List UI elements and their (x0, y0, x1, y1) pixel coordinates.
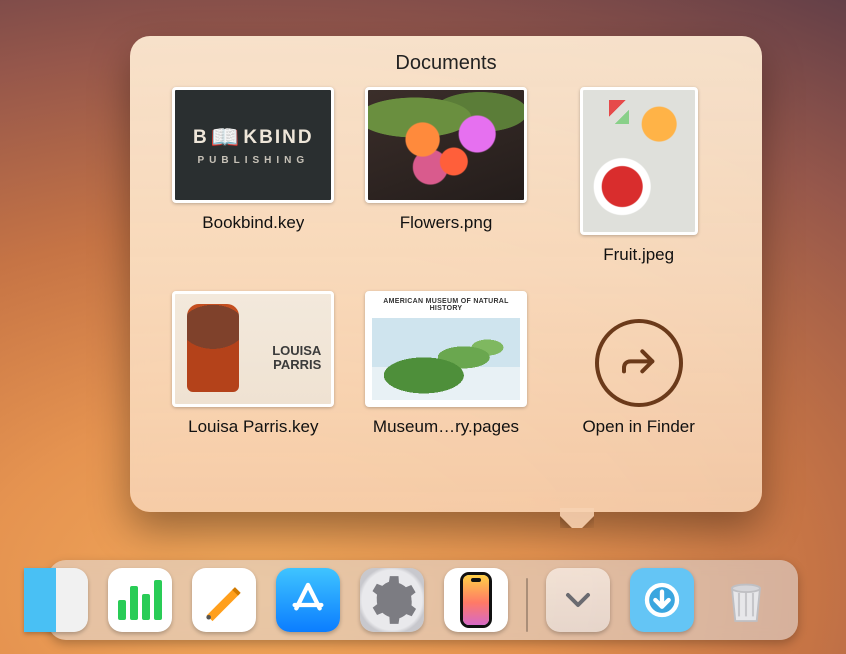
dock-stack-downloads[interactable] (630, 568, 694, 632)
dock-app-finder[interactable] (24, 568, 88, 632)
stack-popup-grid: B📖KBIND PUBLISHING Bookbind.key Flowers.… (130, 81, 762, 455)
file-label: Museum…ry.pages (373, 417, 519, 437)
file-item-fruit[interactable]: Fruit.jpeg (547, 87, 730, 265)
dock-trash[interactable] (714, 568, 778, 632)
open-in-finder-button[interactable]: Open in Finder (547, 291, 730, 437)
file-label: Louisa Parris.key (188, 417, 318, 437)
dock-separator (526, 578, 528, 632)
popup-callout-tail (560, 508, 594, 528)
file-label: Bookbind.key (202, 213, 304, 233)
open-in-finder-label: Open in Finder (582, 417, 694, 437)
dock-tray (48, 560, 798, 640)
thumbnail-bookbind: B📖KBIND PUBLISHING (172, 87, 334, 203)
dock-app-appstore[interactable] (276, 568, 340, 632)
thumbnail-louisa-parris (172, 291, 334, 407)
file-item-bookbind[interactable]: B📖KBIND PUBLISHING Bookbind.key (162, 87, 345, 265)
dock-app-numbers[interactable] (108, 568, 172, 632)
file-item-louisa-parris[interactable]: Louisa Parris.key (162, 291, 345, 437)
file-item-flowers[interactable]: Flowers.png (355, 87, 538, 265)
thumbnail-flowers (365, 87, 527, 203)
dock-stack-documents[interactable] (546, 568, 610, 632)
thumbnail-fruit (580, 87, 698, 235)
file-item-museum[interactable]: AMERICAN MUSEUM OF NATURAL HISTORY Museu… (355, 291, 538, 437)
dock (0, 560, 846, 640)
file-label: Fruit.jpeg (603, 245, 674, 265)
stack-popup-documents: Documents B📖KBIND PUBLISHING Bookbind.ke… (130, 36, 762, 512)
dock-app-system-settings[interactable] (360, 568, 424, 632)
file-label: Flowers.png (400, 213, 493, 233)
stack-popup-title: Documents (130, 36, 762, 81)
dock-app-pages[interactable] (192, 568, 256, 632)
open-in-finder-icon (595, 319, 683, 407)
thumbnail-museum: AMERICAN MUSEUM OF NATURAL HISTORY (365, 291, 527, 407)
dock-app-iphone-mirroring[interactable] (444, 568, 508, 632)
